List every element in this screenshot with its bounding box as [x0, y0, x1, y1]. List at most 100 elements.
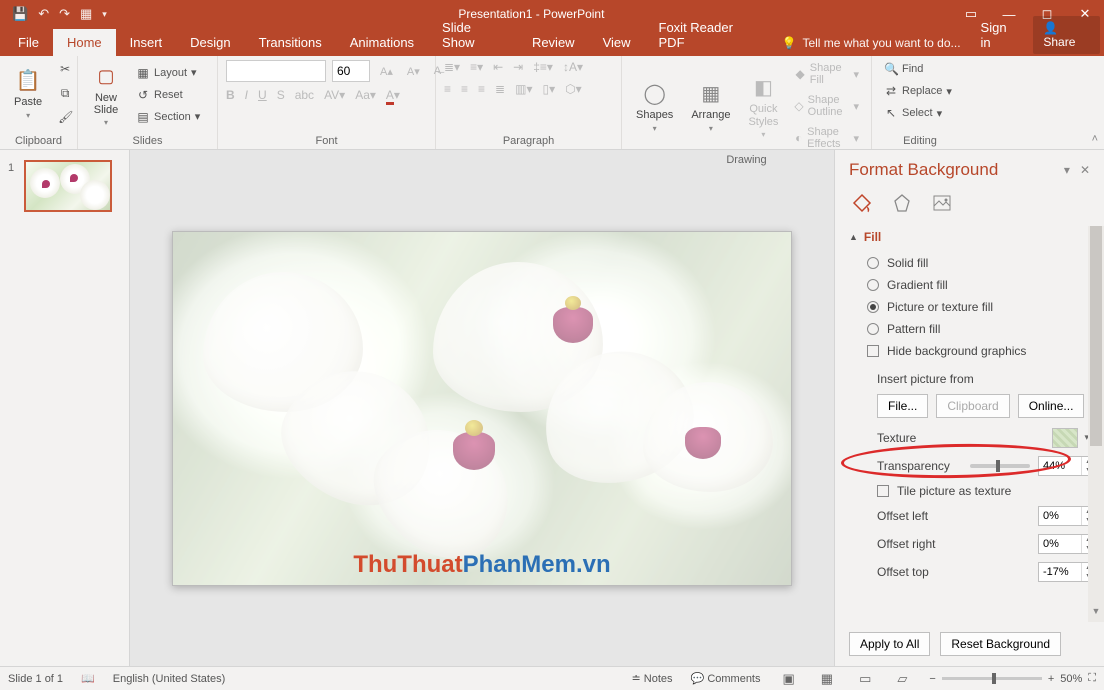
save-icon[interactable]: 💾: [12, 6, 28, 22]
share-button[interactable]: 👤 Share: [1033, 16, 1100, 54]
shape-effects-button[interactable]: ◐Shape Effects ▾: [790, 124, 863, 152]
redo-icon[interactable]: ↷: [59, 6, 70, 22]
checkbox-tile-texture[interactable]: Tile picture as texture: [849, 480, 1096, 502]
qat-more-icon[interactable]: ▾: [102, 9, 107, 20]
collapse-ribbon-icon[interactable]: ˄: [1092, 133, 1098, 145]
font-color-button[interactable]: A▾: [386, 88, 400, 102]
texture-picker-button[interactable]: [1052, 428, 1078, 448]
radio-gradient-fill[interactable]: Gradient fill: [849, 274, 1096, 296]
reset-background-button[interactable]: Reset Background: [940, 632, 1061, 656]
layout-button[interactable]: ▦Layout ▾: [132, 64, 204, 82]
justify-button[interactable]: ≣: [495, 82, 505, 96]
offset-right-input[interactable]: [1039, 538, 1081, 550]
text-direction-button[interactable]: ↕A▾: [563, 60, 583, 74]
transparency-input[interactable]: [1039, 460, 1081, 472]
tab-insert[interactable]: Insert: [116, 29, 177, 56]
copy-button[interactable]: ⧉: [54, 84, 76, 102]
increase-indent-button[interactable]: ⇥: [513, 60, 523, 74]
tab-animations[interactable]: Animations: [336, 29, 428, 56]
paste-button[interactable]: 📋 Paste ▾: [8, 64, 48, 121]
shrink-font-button[interactable]: A▾: [403, 63, 424, 80]
shadow-button[interactable]: abc: [295, 88, 314, 102]
shape-outline-button[interactable]: ◇Shape Outline ▾: [790, 92, 863, 120]
zoom-level[interactable]: 50%: [1060, 673, 1082, 685]
slide-thumbnail-1[interactable]: [24, 160, 112, 212]
pane-scrollbar[interactable]: ▲ ▼: [1088, 226, 1104, 622]
pane-options-icon[interactable]: ▾: [1064, 163, 1070, 177]
shapes-button[interactable]: ◯Shapes▾: [630, 77, 679, 134]
insert-online-button[interactable]: Online...: [1018, 394, 1085, 418]
font-name-input[interactable]: [226, 60, 326, 82]
columns-button[interactable]: ▥▾: [515, 82, 532, 96]
spellcheck-icon[interactable]: 📖: [81, 672, 95, 685]
numbering-button[interactable]: ≡▾: [470, 60, 483, 74]
smartart-button[interactable]: ⬡▾: [565, 82, 582, 96]
sorter-view-icon[interactable]: ▦: [817, 671, 837, 687]
bold-button[interactable]: B: [226, 88, 235, 102]
radio-picture-fill[interactable]: Picture or texture fill: [849, 296, 1096, 318]
fit-to-window-icon[interactable]: ⛶: [1088, 672, 1096, 685]
effects-tab-icon[interactable]: [889, 190, 915, 216]
reading-view-icon[interactable]: ▭: [855, 671, 875, 687]
tell-me-search[interactable]: 💡 Tell me what you want to do...: [772, 30, 971, 56]
grow-font-button[interactable]: A▴: [376, 63, 397, 80]
slideshow-view-icon[interactable]: ▱: [893, 671, 911, 687]
case-button[interactable]: Aa▾: [355, 88, 376, 102]
tab-review[interactable]: Review: [518, 29, 589, 56]
align-center-button[interactable]: ≡: [461, 82, 468, 96]
find-button[interactable]: 🔍Find: [880, 60, 960, 78]
slide-indicator[interactable]: Slide 1 of 1: [8, 673, 63, 685]
zoom-slider[interactable]: [942, 677, 1042, 680]
notes-button[interactable]: ≐ Notes: [632, 672, 673, 685]
undo-icon[interactable]: ↶: [38, 6, 49, 22]
insert-file-button[interactable]: File...: [877, 394, 928, 418]
normal-view-icon[interactable]: ▣: [779, 671, 799, 687]
zoom-in-button[interactable]: +: [1048, 673, 1054, 685]
transparency-slider[interactable]: [970, 464, 1030, 468]
start-from-beginning-icon[interactable]: ▦: [80, 6, 92, 22]
comments-button[interactable]: 💬 Comments: [691, 672, 761, 685]
decrease-indent-button[interactable]: ⇤: [493, 60, 503, 74]
line-spacing-button[interactable]: ‡≡▾: [533, 60, 553, 74]
apply-to-all-button[interactable]: Apply to All: [849, 632, 930, 656]
arrange-button[interactable]: ▦Arrange▾: [685, 77, 736, 134]
font-size-input[interactable]: [332, 60, 370, 82]
align-right-button[interactable]: ≡: [478, 82, 485, 96]
italic-button[interactable]: I: [245, 88, 248, 102]
checkbox-hide-bg-graphics[interactable]: Hide background graphics: [849, 340, 1096, 362]
format-painter-button[interactable]: 🖌: [54, 108, 76, 126]
fill-section-header[interactable]: ▲ Fill: [849, 226, 1096, 252]
reset-button[interactable]: ↺Reset: [132, 86, 204, 104]
spacing-button[interactable]: AV▾: [324, 88, 345, 102]
picture-tab-icon[interactable]: [929, 190, 955, 216]
underline-button[interactable]: U: [258, 88, 267, 102]
tab-transitions[interactable]: Transitions: [245, 29, 336, 56]
pane-close-icon[interactable]: ✕: [1080, 163, 1090, 177]
language-indicator[interactable]: English (United States): [113, 673, 226, 685]
bullets-button[interactable]: ≣▾: [444, 60, 460, 74]
scroll-down-icon[interactable]: ▼: [1088, 606, 1104, 622]
new-slide-button[interactable]: ▢ New Slide ▾: [86, 60, 126, 129]
tab-slideshow[interactable]: Slide Show: [428, 14, 518, 56]
align-text-button[interactable]: ▯▾: [542, 82, 555, 96]
slide-canvas-area[interactable]: ThuThuatPhanMem.vn: [130, 150, 834, 666]
tab-view[interactable]: View: [589, 29, 645, 56]
tab-design[interactable]: Design: [176, 29, 244, 56]
tab-home[interactable]: Home: [53, 29, 116, 56]
tab-file[interactable]: File: [4, 29, 53, 56]
sign-in-link[interactable]: Sign in: [971, 14, 1028, 56]
radio-solid-fill[interactable]: Solid fill: [849, 252, 1096, 274]
offset-top-input[interactable]: [1039, 566, 1081, 578]
shape-fill-button[interactable]: ◆Shape Fill ▾: [790, 60, 863, 88]
tab-foxit[interactable]: Foxit Reader PDF: [645, 14, 772, 56]
offset-left-input[interactable]: [1039, 510, 1081, 522]
scrollbar-thumb[interactable]: [1090, 226, 1102, 446]
strikethrough-button[interactable]: S: [277, 88, 285, 102]
fill-tab-icon[interactable]: [849, 190, 875, 216]
cut-button[interactable]: ✂: [54, 60, 76, 78]
radio-pattern-fill[interactable]: Pattern fill: [849, 318, 1096, 340]
zoom-out-button[interactable]: −: [929, 673, 935, 685]
replace-button[interactable]: ⇄Replace ▾: [880, 82, 960, 100]
section-button[interactable]: ▤Section ▾: [132, 108, 204, 126]
quick-styles-button[interactable]: ◧Quick Styles▾: [742, 71, 784, 140]
